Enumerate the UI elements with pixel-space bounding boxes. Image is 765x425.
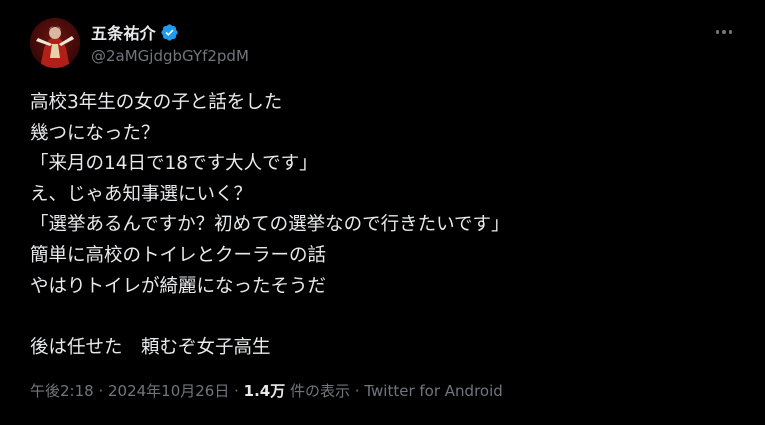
tweet-line: 簡単に高校のトイレとクーラーの話 (30, 244, 327, 266)
tweet-date[interactable]: 2024年10月26日 (108, 382, 229, 400)
author-avatar[interactable] (30, 18, 80, 68)
avatar-image (30, 18, 80, 68)
tweet-card: 五条祐介 @2aMGjdgbGYf2pdM 高校3年生の女の子と話をした 幾つに… (0, 0, 765, 425)
tweet-meta: 午後2:18 · 2024年10月26日 · 1.4万 件の表示 · Twitt… (30, 380, 503, 401)
more-options-icon[interactable] (711, 22, 737, 42)
tweet-line: 高校3年生の女の子と話をした (30, 92, 283, 113)
author-handle[interactable]: @2aMGjdgbGYf2pdM (91, 47, 249, 65)
tweet-text: 高校3年生の女の子と話をした 幾つになった？ 「来月の14日で18です大人です」… (30, 88, 730, 363)
more-dot (722, 30, 726, 34)
views-label[interactable]: 件の表示 (285, 382, 350, 400)
author-display-name[interactable]: 五条祐介 (91, 20, 156, 44)
meta-separator: · (93, 382, 108, 400)
tweet-source-link[interactable]: Twitter for Android (364, 382, 502, 400)
meta-separator: · (350, 382, 365, 400)
tweet-line: やはりトイレが綺麗になったそうだ (30, 275, 327, 297)
more-dot (715, 30, 720, 34)
tweet-line: え、じゃあ知事選にいく？ (30, 183, 253, 205)
tweet-line: 幾つになった？ (30, 122, 160, 144)
tweet-line (30, 302, 730, 333)
verified-badge-icon[interactable] (160, 23, 179, 42)
tweet-line: 「来月の14日で18です大人です」 (30, 153, 318, 175)
views-count[interactable]: 1.4万 (244, 382, 286, 400)
tweet-line: 後は任せた 頼むぞ女子高生 (30, 336, 271, 358)
meta-separator: · (229, 382, 244, 400)
more-dot (728, 30, 733, 34)
tweet-time[interactable]: 午後2:18 (30, 382, 94, 400)
author-name-row[interactable]: 五条祐介 (91, 20, 179, 44)
tweet-line: 「選挙あるんですか？初めての選挙なので行きたいです」 (30, 214, 510, 236)
